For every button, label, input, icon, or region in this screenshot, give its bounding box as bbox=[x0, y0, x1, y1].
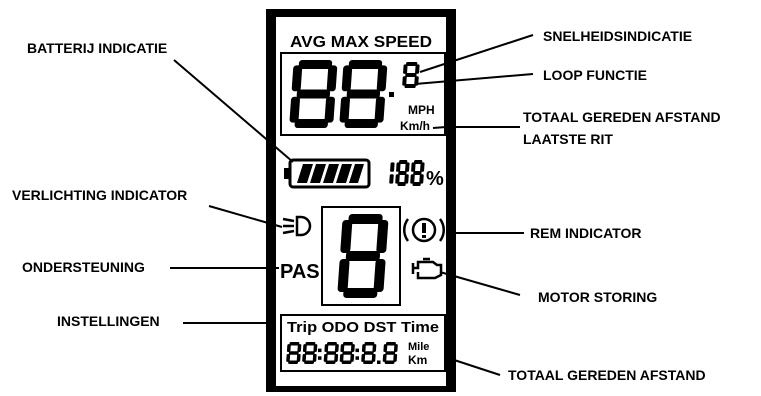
segment-d bbox=[344, 119, 379, 128]
segment-b bbox=[393, 344, 398, 352]
segment-e bbox=[289, 96, 300, 123]
segment-f bbox=[341, 65, 353, 92]
colon-dot bbox=[355, 348, 359, 353]
segment-g bbox=[363, 351, 374, 355]
pas-label: PAS bbox=[280, 261, 320, 283]
segment-g bbox=[398, 171, 407, 175]
segment-f bbox=[361, 344, 366, 352]
segment-f bbox=[403, 64, 408, 74]
pointer-totaal-rit bbox=[432, 126, 520, 129]
segment-f bbox=[286, 344, 291, 352]
battery-percent-sign: % bbox=[426, 168, 444, 190]
unit-mph: MPH bbox=[408, 103, 435, 117]
unit-kmh: Km/h bbox=[400, 119, 430, 133]
segment-b bbox=[334, 344, 339, 352]
segment-e bbox=[286, 354, 291, 362]
segment-f bbox=[340, 344, 345, 352]
segment-b bbox=[415, 64, 420, 74]
label-loop-functie: LOOP FUNCTIE bbox=[543, 67, 647, 83]
unit-mile: Mile bbox=[408, 341, 429, 353]
segment-f bbox=[291, 65, 303, 92]
label-totaal-rit-2: LAATSTE RIT bbox=[523, 131, 613, 147]
segment-e bbox=[395, 174, 400, 184]
decimal-dot bbox=[377, 360, 381, 364]
segment-a bbox=[298, 60, 333, 69]
colon-dot bbox=[318, 348, 322, 353]
segment-d bbox=[343, 288, 378, 298]
label-ondersteuning: ONDERSTEUNING bbox=[22, 259, 145, 275]
segment-e bbox=[339, 354, 344, 362]
segment-e bbox=[302, 354, 307, 362]
segment-b bbox=[313, 344, 318, 352]
colon-dot bbox=[355, 356, 359, 360]
segment-f bbox=[383, 344, 388, 352]
unit-km: Km bbox=[408, 353, 427, 367]
decimal-point bbox=[389, 92, 394, 97]
segment-g bbox=[288, 351, 299, 355]
segment-e bbox=[410, 174, 415, 184]
segment-a bbox=[348, 214, 383, 224]
label-instellingen: INSTELLINGEN bbox=[57, 313, 160, 329]
segment-a bbox=[348, 60, 383, 69]
label-totaal-rit-1: TOTAAL GEREDEN AFSTAND bbox=[523, 109, 721, 125]
colon-dot bbox=[318, 356, 322, 360]
segment-e bbox=[402, 76, 407, 86]
segment-b bbox=[420, 162, 425, 172]
segment-e bbox=[382, 354, 387, 362]
segment-e bbox=[339, 96, 350, 123]
speed-header: AVG MAX SPEED bbox=[290, 34, 432, 51]
segment-e bbox=[361, 354, 366, 362]
segment-b bbox=[297, 344, 302, 352]
segment-b bbox=[350, 344, 355, 352]
label-verlichting: VERLICHTING INDICATOR bbox=[12, 187, 188, 203]
segment-f bbox=[396, 162, 401, 172]
segment-g bbox=[304, 351, 315, 355]
segment-c bbox=[389, 174, 394, 184]
segment-g bbox=[413, 171, 422, 175]
segment-f bbox=[324, 344, 329, 352]
segment-f bbox=[411, 162, 416, 172]
segment-b bbox=[405, 162, 410, 172]
label-totaal: TOTAAL GEREDEN AFSTAND bbox=[508, 367, 706, 383]
label-motor: MOTOR STORING bbox=[538, 289, 658, 305]
segment-b bbox=[326, 65, 338, 92]
segment-g bbox=[346, 89, 381, 99]
segment-b bbox=[390, 162, 395, 172]
segment-b bbox=[376, 65, 388, 92]
segment-g bbox=[342, 351, 353, 355]
segment-b bbox=[372, 344, 377, 352]
mode-labels: Trip ODO DST Time bbox=[287, 319, 439, 336]
segment-f bbox=[302, 344, 307, 352]
label-batterij: BATTERIJ INDICATIE bbox=[27, 40, 168, 56]
segment-c bbox=[374, 96, 385, 123]
segment-g bbox=[326, 351, 337, 355]
label-rem: REM INDICATOR bbox=[530, 225, 642, 241]
segment-g bbox=[296, 89, 331, 99]
segment-g bbox=[405, 73, 417, 77]
segment-d bbox=[294, 119, 329, 128]
segment-g bbox=[345, 251, 381, 261]
segment-e bbox=[323, 354, 328, 362]
segment-c bbox=[324, 96, 335, 123]
label-snelheidsindicatie: SNELHEIDSINDICATIE bbox=[543, 28, 693, 44]
segment-g bbox=[385, 351, 396, 355]
